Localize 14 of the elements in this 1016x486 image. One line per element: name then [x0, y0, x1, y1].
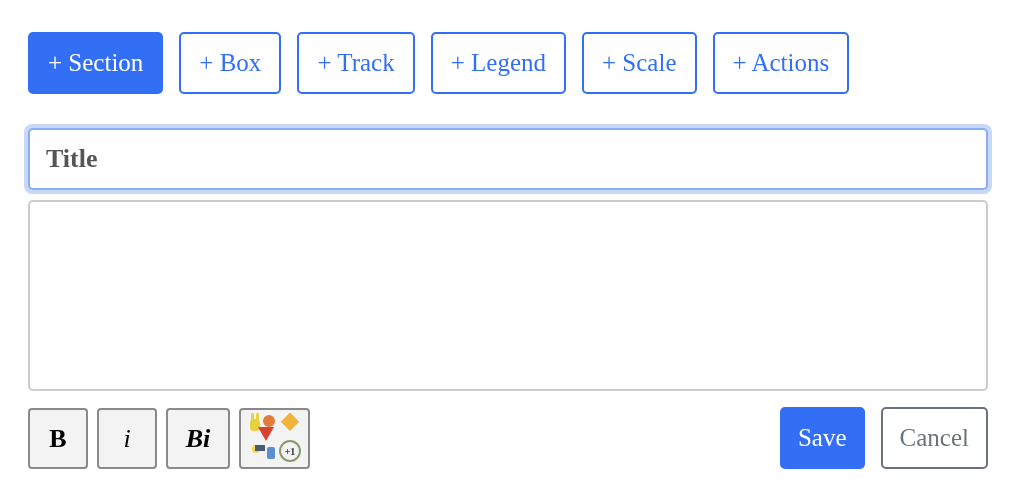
bold-italic-button[interactable]: Bi [166, 407, 230, 469]
insert-button[interactable]: + Actions [712, 32, 850, 94]
insert-button[interactable]: + Section [28, 32, 164, 94]
title-field[interactable]: Title [28, 128, 988, 190]
insert-button[interactable]: + Track [297, 32, 415, 94]
insert-button[interactable]: + Scale [582, 32, 697, 94]
emoji-button[interactable]: +1 [239, 407, 310, 469]
insert-button[interactable]: + Legend [430, 32, 566, 94]
italic-button[interactable]: i [97, 407, 157, 469]
body-field[interactable] [28, 200, 988, 391]
insert-button[interactable]: + Box [179, 32, 282, 94]
bold-button[interactable]: B [28, 407, 88, 469]
cancel-button[interactable]: Cancel [880, 407, 988, 469]
save-button[interactable]: Save [779, 407, 865, 469]
